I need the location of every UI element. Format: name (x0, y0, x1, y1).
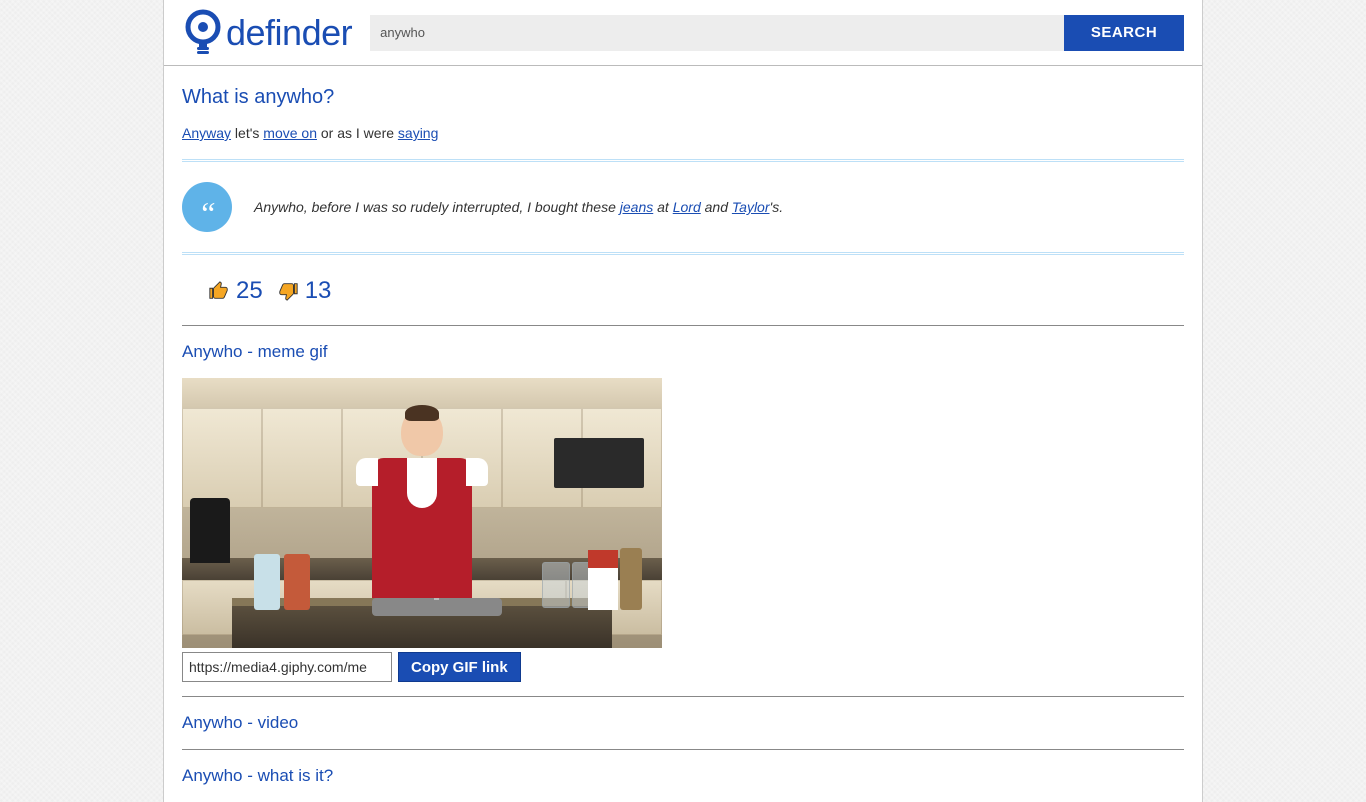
quote-before: Anywho, before I was so rudely interrupt… (254, 199, 620, 215)
search-form: SEARCH (370, 15, 1184, 51)
def-text-1: let's (231, 125, 263, 141)
logo-link[interactable]: definder (182, 9, 352, 56)
video-heading: Anywho - video (182, 697, 1184, 749)
header: definder SEARCH (164, 0, 1202, 66)
downvote-count: 13 (305, 277, 332, 305)
thumbs-up-icon[interactable] (208, 280, 230, 302)
def-text-2: or as I were (317, 125, 398, 141)
votes: 25 13 (182, 277, 1184, 325)
quote-section: “ Anywho, before I was so rudely interru… (182, 159, 1184, 255)
link-anyway[interactable]: Anyway (182, 125, 231, 141)
gif-link-row: Copy GIF link (182, 652, 1184, 682)
quote-at: at (653, 199, 672, 215)
link-jeans[interactable]: jeans (620, 199, 653, 215)
gif-url-input[interactable] (182, 652, 392, 682)
upvote-count: 25 (236, 277, 263, 305)
thumbs-down-icon[interactable] (277, 280, 299, 302)
gif-block: Copy GIF link (182, 378, 1184, 682)
search-input[interactable] (370, 15, 1064, 51)
search-button[interactable]: SEARCH (1064, 15, 1184, 51)
quote-icon: “ (182, 182, 232, 232)
link-saying[interactable]: saying (398, 125, 438, 141)
whatis-heading: Anywho - what is it? (182, 750, 1184, 802)
logo-icon (182, 9, 224, 56)
link-taylor[interactable]: Taylor (732, 199, 770, 215)
meme-gif-heading: Anywho - meme gif (182, 326, 1184, 378)
definition-line: Anyway let's move on or as I were saying (182, 125, 1184, 141)
quote-end: 's. (770, 199, 784, 215)
content: What is anywho? Anyway let's move on or … (164, 66, 1202, 802)
gif-image[interactable] (182, 378, 662, 648)
quote-and: and (701, 199, 732, 215)
quote-text: Anywho, before I was so rudely interrupt… (254, 199, 783, 215)
page-title: What is anywho? (182, 86, 1184, 109)
logo-text: definder (226, 12, 352, 54)
copy-gif-button[interactable]: Copy GIF link (398, 652, 521, 682)
link-move-on[interactable]: move on (263, 125, 317, 141)
link-lord[interactable]: Lord (673, 199, 701, 215)
